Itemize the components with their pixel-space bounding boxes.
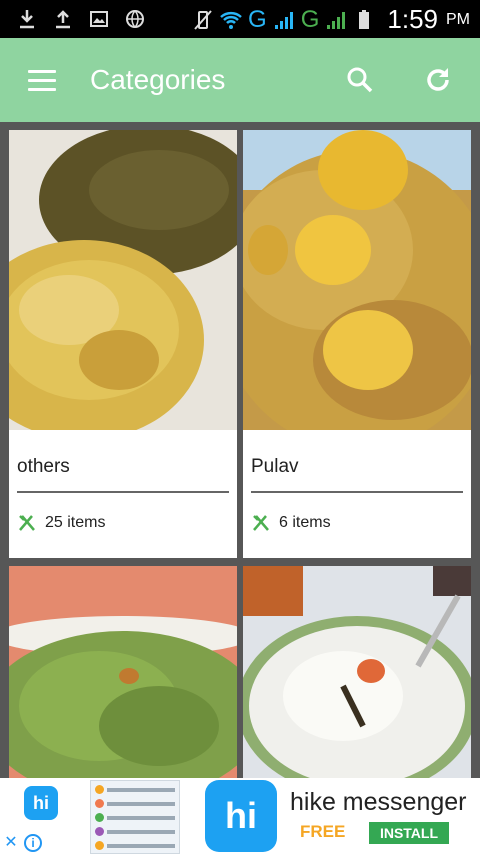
wifi-icon bbox=[220, 11, 242, 29]
status-bar: G G 1:59 PM bbox=[0, 0, 480, 38]
category-title: Pulav bbox=[251, 456, 299, 477]
ad-app-name: hike messenger bbox=[290, 788, 467, 816]
divider bbox=[17, 491, 229, 493]
fork-knife-icon bbox=[19, 515, 35, 531]
divider bbox=[251, 491, 463, 493]
category-count: 25 items bbox=[17, 513, 105, 533]
page-title: Categories bbox=[90, 64, 226, 95]
search-icon[interactable] bbox=[346, 66, 374, 94]
ad-banner[interactable]: hi hi hike messenger FREE INSTALL ✕ i bbox=[0, 778, 480, 854]
globe-icon bbox=[126, 10, 144, 28]
battery-icon bbox=[359, 9, 370, 29]
hike-logo-small: hi bbox=[24, 786, 58, 820]
signal-icon-2 bbox=[327, 11, 346, 29]
ad-price: FREE bbox=[300, 822, 346, 841]
hamburger-icon[interactable] bbox=[28, 70, 56, 92]
category-image bbox=[237, 566, 477, 796]
category-image bbox=[0, 566, 263, 801]
upload-icon bbox=[56, 10, 70, 29]
signal-icon-1 bbox=[274, 11, 293, 29]
category-card-others[interactable]: others 25 items bbox=[0, 125, 259, 558]
category-count-label: 25 items bbox=[45, 514, 106, 531]
category-image bbox=[0, 125, 259, 440]
category-image bbox=[217, 130, 480, 450]
vibrate-mute-icon bbox=[194, 9, 212, 30]
category-card-pulav[interactable]: Pulav 6 items bbox=[217, 130, 480, 558]
info-icon[interactable]: i bbox=[24, 834, 42, 852]
close-icon[interactable]: ✕ bbox=[2, 834, 20, 852]
clock-ampm: PM bbox=[446, 10, 470, 28]
download-icon bbox=[20, 10, 34, 29]
category-card-curd-rice[interactable] bbox=[237, 566, 477, 796]
category-count-label: 6 items bbox=[279, 514, 331, 531]
category-title: others bbox=[17, 456, 70, 477]
fork-knife-icon bbox=[253, 515, 269, 531]
install-button[interactable]: INSTALL bbox=[369, 822, 449, 844]
clock: 1:59 bbox=[387, 4, 438, 34]
app-bar: Categories bbox=[0, 38, 480, 122]
category-count: 6 items bbox=[251, 513, 331, 533]
network-type-1: G bbox=[248, 5, 267, 33]
network-type-2: G bbox=[300, 5, 320, 33]
refresh-icon[interactable] bbox=[424, 66, 452, 94]
ad-phone-preview bbox=[90, 780, 180, 854]
hike-logo: hi bbox=[205, 780, 277, 852]
category-card-green-rice[interactable] bbox=[0, 566, 263, 801]
image-icon bbox=[90, 11, 108, 27]
